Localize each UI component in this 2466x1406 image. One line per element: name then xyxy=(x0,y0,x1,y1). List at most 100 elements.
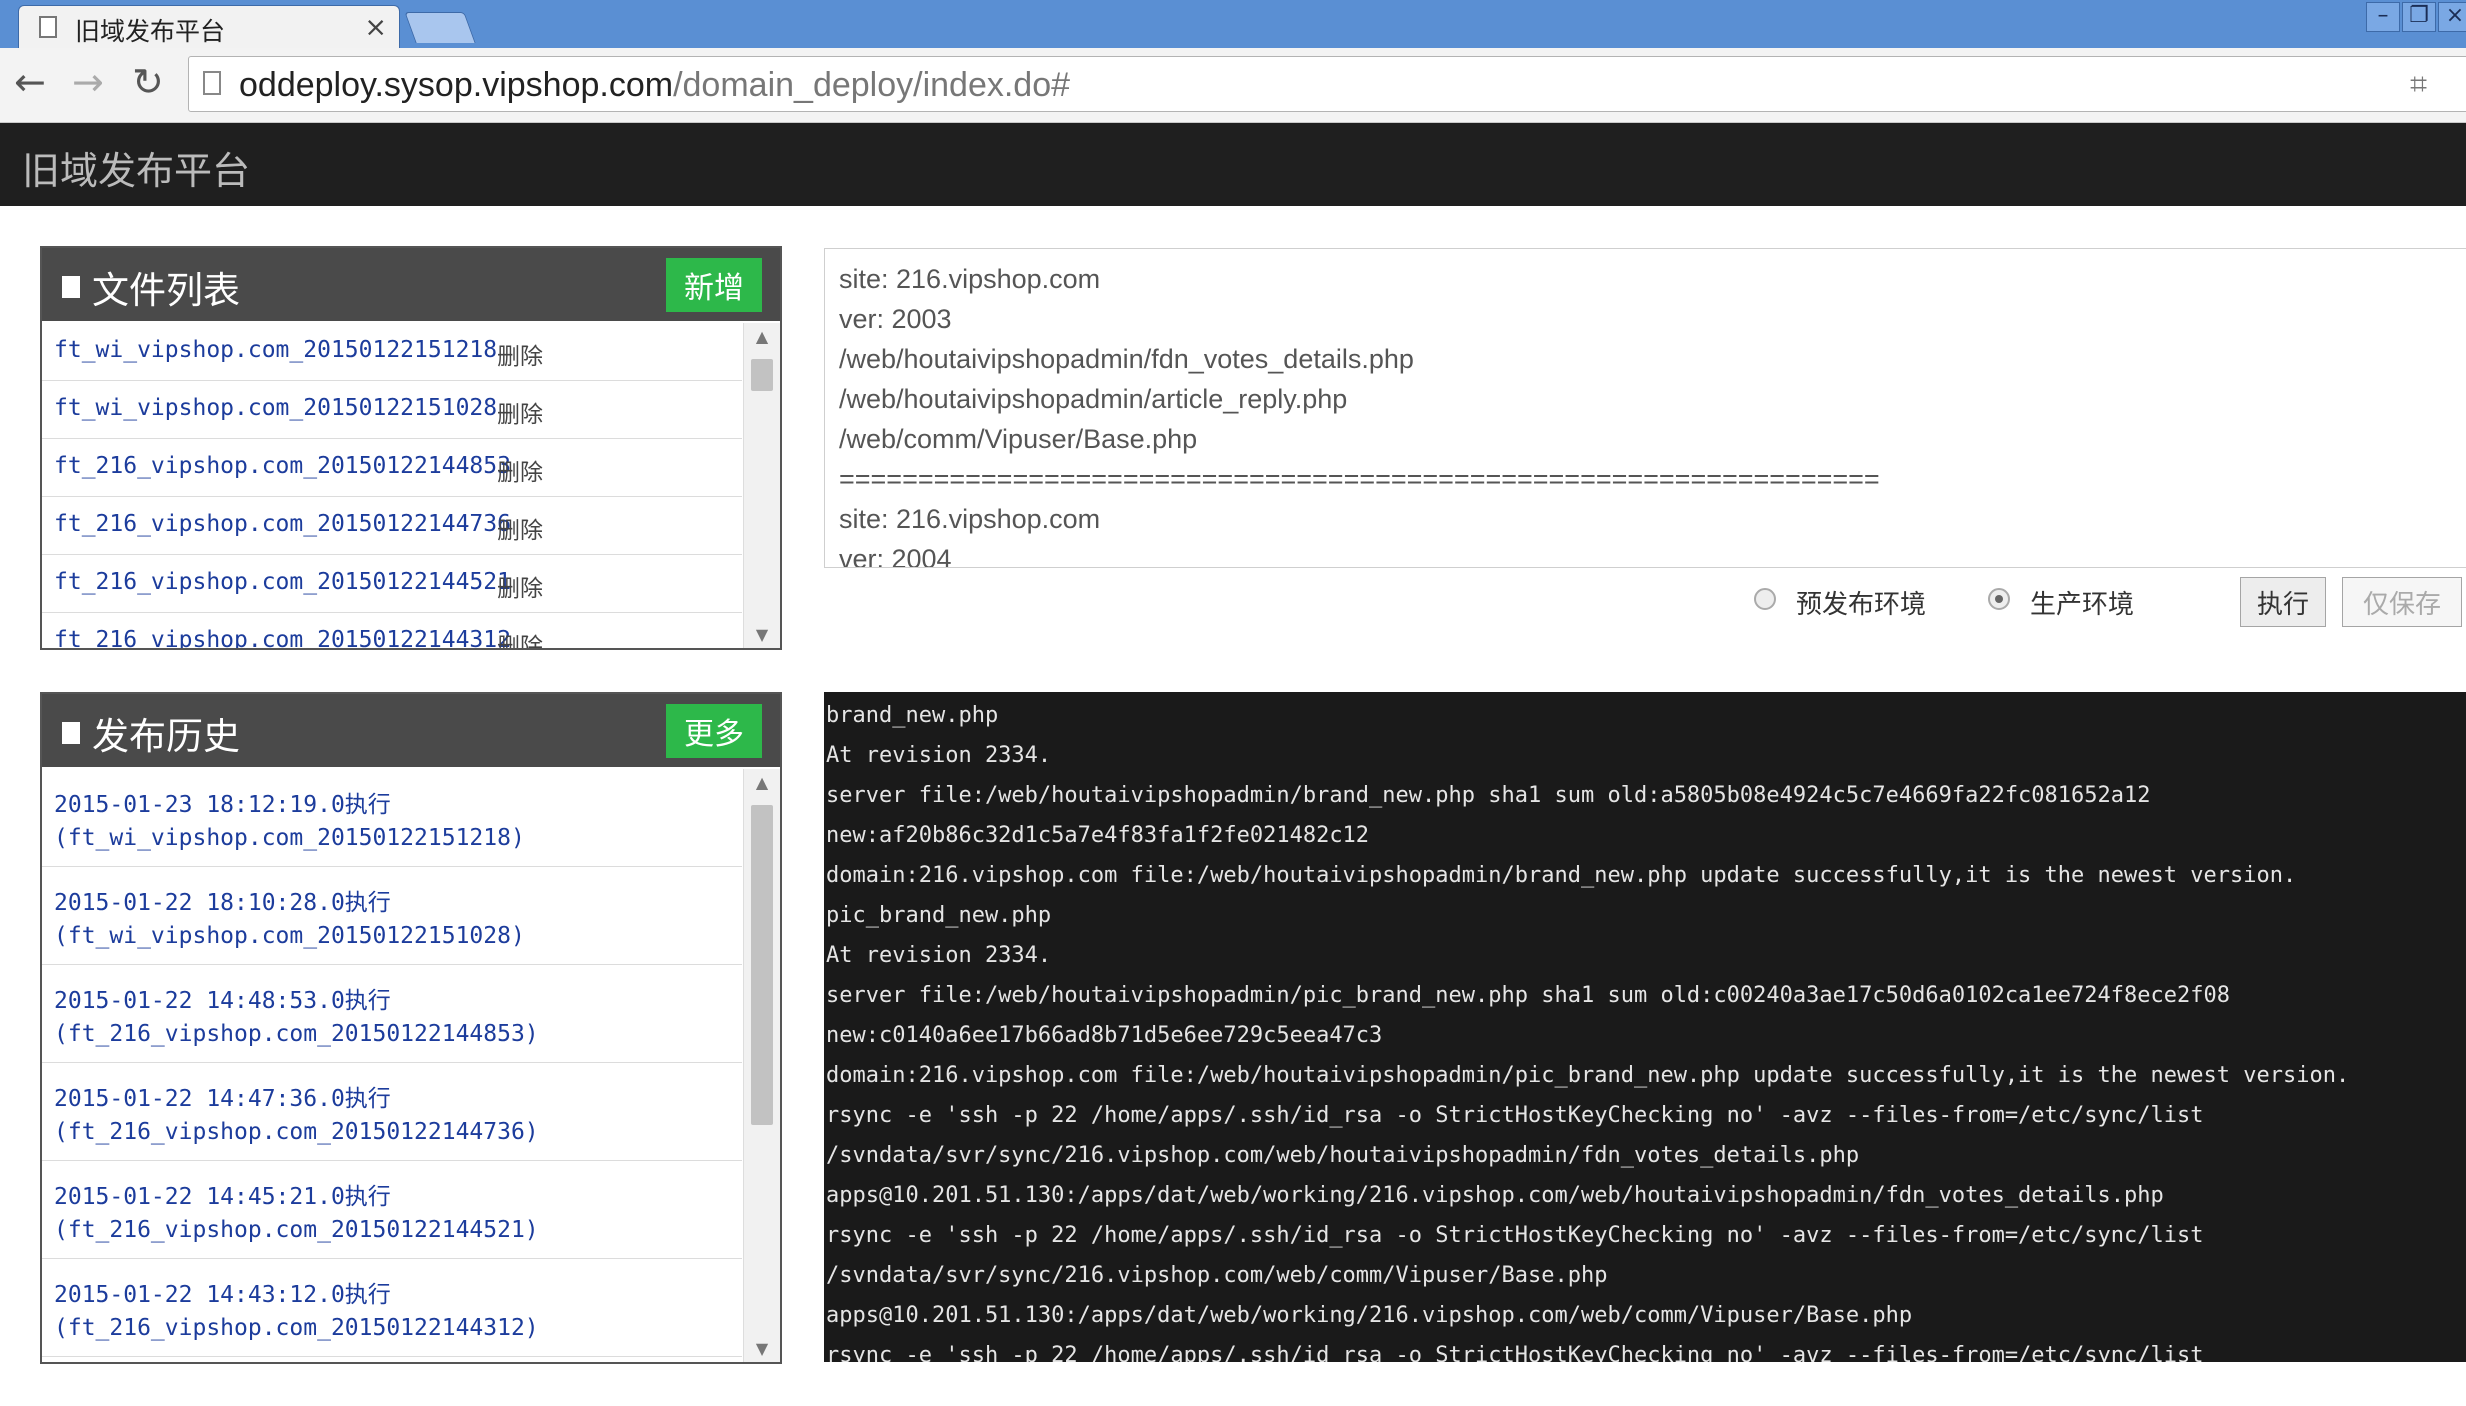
list-item: ft_216_vipshop.com_20150122144736 删除 xyxy=(42,497,742,555)
file-content-textarea[interactable]: site: 216.vipshop.com ver: 2003 /web/hou… xyxy=(824,248,2466,568)
file-list: ft_wi_vipshop.com_20150122151218 删除 ft_wi… xyxy=(42,323,780,648)
history-file[interactable]: (ft_216_vipshop.com_20150122144312) xyxy=(54,1315,539,1341)
list-item[interactable]: 2015-01-22 14:48:53.0执行 (ft_216_vipshop.c… xyxy=(42,965,742,1063)
add-file-button[interactable]: 新增 xyxy=(666,258,762,312)
delete-link[interactable]: 删除 xyxy=(497,395,543,429)
console-line: At revision 2334. xyxy=(826,743,1052,768)
file-link[interactable]: ft_216_vipshop.com_20150122144736 xyxy=(54,511,511,537)
list-item: ft_wi_vipshop.com_20150122151218 删除 xyxy=(42,323,742,381)
delete-link[interactable]: 删除 xyxy=(497,627,543,648)
delete-link[interactable]: 删除 xyxy=(497,453,543,487)
file-link[interactable]: ft_216_vipshop.com_20150122144521 xyxy=(54,569,511,595)
console-line: pic_brand_new.php xyxy=(826,903,1052,928)
file-link[interactable]: ft_216_vipshop.com_20150122144312 xyxy=(54,627,511,648)
list-item: ft_216_vipshop.com_20150122144312 删除 xyxy=(42,613,742,648)
close-tab-icon[interactable]: × xyxy=(364,12,387,43)
environment-bar: 预发布环境 生产环境 执行 仅保存 xyxy=(824,572,2466,632)
new-tab-button[interactable] xyxy=(404,12,476,43)
prod-env-label[interactable]: 生产环境 xyxy=(2030,584,2134,621)
delete-link[interactable]: 删除 xyxy=(497,569,543,603)
minimize-icon[interactable]: – xyxy=(2366,2,2400,32)
history-scrollbar[interactable]: ▲ ▼ xyxy=(743,769,780,1362)
history-file[interactable]: (ft_216_vipshop.com_20150122144853) xyxy=(54,1021,539,1047)
content-line: ver: 2004 xyxy=(839,544,952,568)
page-icon xyxy=(39,16,57,38)
deploy-console: brand_new.php At revision 2334. server f… xyxy=(824,692,2466,1362)
file-link[interactable]: ft_216_vipshop.com_20150122144853 xyxy=(54,453,511,479)
address-bar[interactable]: oddeploy.sysop.vipshop.com/domain_deploy… xyxy=(188,56,2466,112)
scroll-down-icon[interactable]: ▼ xyxy=(744,1339,780,1358)
console-line: apps@10.201.51.130:/apps/dat/web/working… xyxy=(826,1303,1913,1328)
list-item: ft_216_vipshop.com_20150122144521 删除 xyxy=(42,555,742,613)
history-panel: 发布历史 更多 2015-01-23 18:12:19.0执行 (ft_wi_vi… xyxy=(40,692,782,1364)
file-list-header: 文件列表 新增 xyxy=(42,248,780,321)
history-list: 2015-01-23 18:12:19.0执行 (ft_wi_vipshop.co… xyxy=(42,769,780,1362)
file-link[interactable]: ft_wi_vipshop.com_20150122151218 xyxy=(54,337,497,363)
more-history-button[interactable]: 更多 xyxy=(666,704,762,758)
app-title: 旧域发布平台 xyxy=(22,149,251,193)
scroll-down-icon[interactable]: ▼ xyxy=(744,625,780,644)
pre-env-radio[interactable] xyxy=(1754,588,1776,610)
list-item[interactable]: 2015-01-22 14:43:12.0执行 (ft_216_vipshop.c… xyxy=(42,1259,742,1357)
history-time[interactable]: 2015-01-22 14:45:21.0执行 xyxy=(54,1177,391,1211)
scroll-up-icon[interactable]: ▲ xyxy=(744,327,780,346)
history-title: 发布历史 xyxy=(92,715,240,758)
close-window-icon[interactable]: × xyxy=(2438,2,2466,32)
console-line: brand_new.php xyxy=(826,703,999,728)
document-icon xyxy=(62,722,80,744)
console-line: rsync -e 'ssh -p 22 /home/apps/.ssh/id_r… xyxy=(826,1103,2204,1128)
pre-env-label[interactable]: 预发布环境 xyxy=(1796,584,1926,621)
history-time[interactable]: 2015-01-22 18:10:28.0执行 xyxy=(54,883,391,917)
app-header: 旧域发布平台 xyxy=(0,123,2466,206)
history-time[interactable]: 2015-01-23 18:12:19.0执行 xyxy=(54,785,391,819)
browser-tab[interactable]: 旧域发布平台 × xyxy=(18,5,400,48)
console-line: rsync -e 'ssh -p 22 /home/apps/.ssh/id_r… xyxy=(826,1343,2204,1362)
history-time[interactable]: 2015-01-22 14:48:53.0执行 xyxy=(54,981,391,1015)
reload-icon[interactable]: ↻ xyxy=(132,60,164,104)
scroll-thumb[interactable] xyxy=(751,359,773,391)
list-item[interactable]: 2015-01-22 14:47:36.0执行 (ft_216_vipshop.c… xyxy=(42,1063,742,1161)
prod-env-radio[interactable] xyxy=(1988,588,2010,610)
browser-toolbar: ← → ↻ oddeploy.sysop.vipshop.com/domain_… xyxy=(0,48,2466,123)
delete-link[interactable]: 删除 xyxy=(497,511,543,545)
page-icon xyxy=(203,71,221,95)
file-icon xyxy=(62,276,80,298)
translate-icon[interactable]: ⌗ xyxy=(2410,67,2427,102)
browser-tab-strip: 旧域发布平台 × – ❐ × xyxy=(0,0,2466,48)
back-icon[interactable]: ← xyxy=(14,60,46,104)
tab-title: 旧域发布平台 xyxy=(75,17,226,46)
restore-icon[interactable]: ❐ xyxy=(2402,2,2436,32)
file-list-scrollbar[interactable]: ▲ ▼ xyxy=(743,323,780,648)
history-file[interactable]: (ft_wi_vipshop.com_20150122151218) xyxy=(54,825,525,851)
file-list-panel: 文件列表 新增 ft_wi_vipshop.com_20150122151218… xyxy=(40,246,782,650)
content-line: /web/houtaivipshopadmin/article_reply.ph… xyxy=(839,384,1348,414)
content-line: ========================================… xyxy=(839,464,1880,494)
execute-button[interactable]: 执行 xyxy=(2240,577,2326,627)
history-time[interactable]: 2015-01-22 14:47:36.0执行 xyxy=(54,1079,391,1113)
history-file[interactable]: (ft_216_vipshop.com_20150122144736) xyxy=(54,1119,539,1145)
file-link[interactable]: ft_wi_vipshop.com_20150122151028 xyxy=(54,395,497,421)
history-file[interactable]: (ft_wi_vipshop.com_20150122151028) xyxy=(54,923,525,949)
console-line: apps@10.201.51.130:/apps/dat/web/working… xyxy=(826,1183,2164,1208)
list-item[interactable]: 2015-01-23 18:12:19.0执行 (ft_wi_vipshop.co… xyxy=(42,769,742,867)
console-line: new:c0140a6ee17b66ad8b71d5e6ee729c5eea47… xyxy=(826,1023,1383,1048)
list-item[interactable]: 2015-01-22 14:45:21.0执行 (ft_216_vipshop.c… xyxy=(42,1161,742,1259)
content-line: /web/houtaivipshopadmin/fdn_votes_detail… xyxy=(839,344,1414,374)
list-item: ft_wi_vipshop.com_20150122151028 删除 xyxy=(42,381,742,439)
console-line: rsync -e 'ssh -p 22 /home/apps/.ssh/id_r… xyxy=(826,1223,2204,1248)
console-line: /svndata/svr/sync/216.vipshop.com/web/ho… xyxy=(826,1143,1860,1168)
console-line: At revision 2334. xyxy=(826,943,1052,968)
save-only-button[interactable]: 仅保存 xyxy=(2342,577,2462,627)
history-file[interactable]: (ft_216_vipshop.com_20150122144521) xyxy=(54,1217,539,1243)
content-line: /web/comm/Vipuser/Base.php xyxy=(839,424,1198,454)
url-text[interactable]: oddeploy.sysop.vipshop.com/domain_deploy… xyxy=(239,66,1070,105)
url-path: /domain_deploy/index.do# xyxy=(673,66,1071,104)
content-line: site: 216.vipshop.com xyxy=(839,264,1101,294)
scroll-up-icon[interactable]: ▲ xyxy=(744,773,780,792)
history-header: 发布历史 更多 xyxy=(42,694,780,767)
list-item[interactable]: 2015-01-22 18:10:28.0执行 (ft_wi_vipshop.co… xyxy=(42,867,742,965)
forward-icon[interactable]: → xyxy=(72,60,104,104)
delete-link[interactable]: 删除 xyxy=(497,337,543,371)
history-time[interactable]: 2015-01-22 14:43:12.0执行 xyxy=(54,1275,391,1309)
scroll-thumb[interactable] xyxy=(751,805,773,1125)
